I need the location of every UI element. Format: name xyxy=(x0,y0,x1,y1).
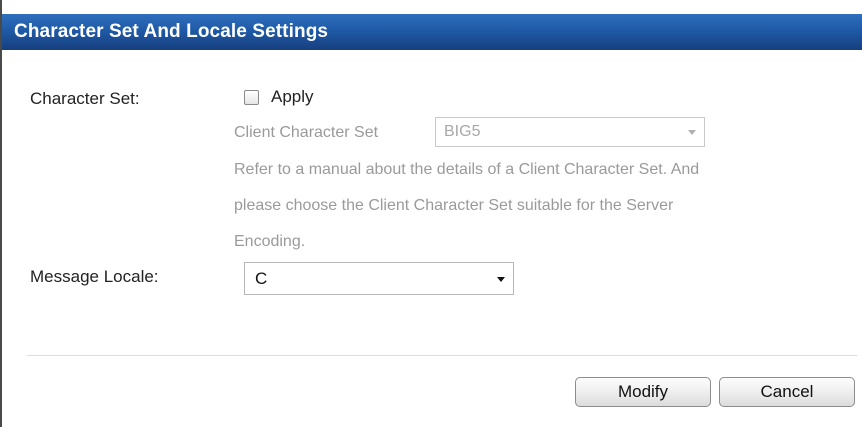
apply-checkbox[interactable] xyxy=(244,89,259,105)
dialog-title: Character Set And Locale Settings xyxy=(2,14,862,50)
message-locale-label: Message Locale: xyxy=(30,267,159,286)
client-charset-help-line-1: Refer to a manual about the details of a… xyxy=(234,161,700,178)
character-set-label: Character Set: xyxy=(30,89,140,108)
apply-checkbox-row[interactable]: Apply xyxy=(244,87,314,107)
message-locale-value: C xyxy=(255,269,268,288)
cancel-button[interactable]: Cancel xyxy=(719,377,855,407)
chevron-down-icon xyxy=(497,277,505,282)
modify-button[interactable]: Modify xyxy=(575,377,711,407)
client-charset-select[interactable]: BIG5 xyxy=(435,117,705,147)
client-charset-label: Client Character Set xyxy=(234,124,379,141)
client-charset-help-line-2: please choose the Client Character Set s… xyxy=(234,197,674,214)
message-locale-select[interactable]: C xyxy=(244,262,514,295)
chevron-down-icon xyxy=(688,130,696,135)
apply-checkbox-label[interactable]: Apply xyxy=(271,87,314,107)
footer-divider xyxy=(27,355,857,356)
client-charset-help-line-3: Encoding. xyxy=(234,233,306,250)
client-charset-value: BIG5 xyxy=(444,123,481,140)
settings-dialog: Character Set And Locale Settings Charac… xyxy=(0,0,862,427)
